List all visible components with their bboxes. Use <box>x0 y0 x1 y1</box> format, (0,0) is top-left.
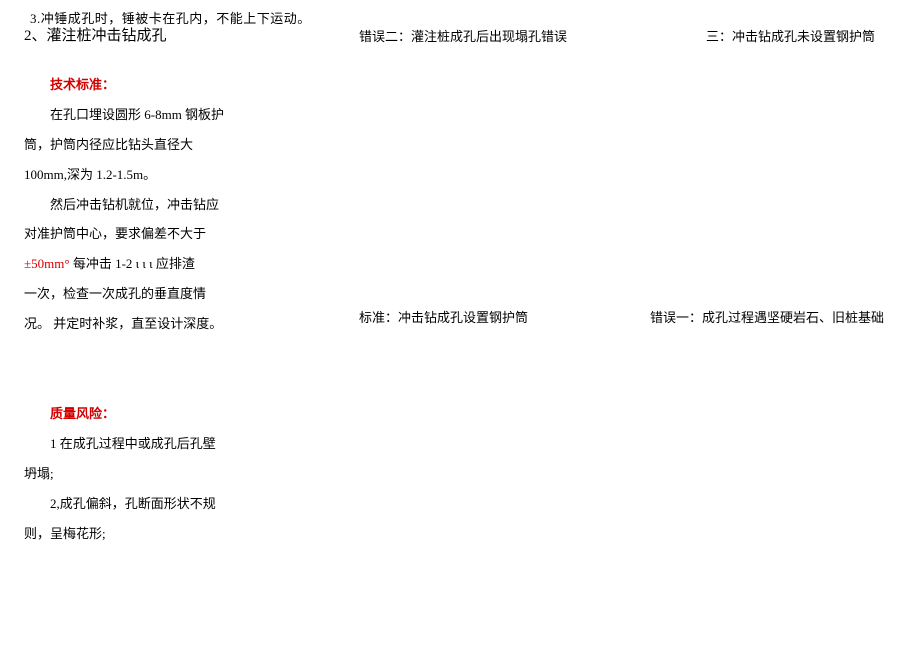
tech-p2a: 然后冲击钻机就位，冲击钻应 <box>24 190 329 220</box>
quality-risk-title: 质量风险： <box>24 399 329 429</box>
tech-p1c: 100mm,深为 1.2-1.5m。 <box>24 160 329 190</box>
tech-p2b: 对准护筒中心，要求偏差不大于 <box>24 219 329 249</box>
tech-standard-title: 技术标准： <box>24 70 329 100</box>
risk-2a: 2,成孔偏斜，孔断面形状不规 <box>24 489 329 519</box>
left-column: 技术标准： 在孔口埋设圆形 6-8mm 钢板护 筒，护筒内径应比钻头直径大 10… <box>24 70 329 548</box>
risk-1b: 坍塌; <box>24 459 329 489</box>
tech-p2c-tail: 每冲击 1-2 ι ι ι 应排渣 <box>70 256 195 271</box>
caption-error-3: 三：冲击钻成孔未设置钢护筒 <box>706 26 875 45</box>
caption-standard: 标准：冲击钻成孔设置钢护筒 <box>359 307 528 326</box>
caption-error-2: 错误二：灌注桩成孔后出现塌孔错误 <box>359 26 567 45</box>
risk-1a: 1 在成孔过程中或成孔后孔壁 <box>24 429 329 459</box>
tech-p1a: 在孔口埋设圆形 6-8mm 钢板护 <box>24 100 329 130</box>
tech-p2d: 一次，检查一次成孔的垂直度情 <box>24 279 329 309</box>
tech-p2e: 况。 并定时补浆，直至设计深度。 <box>24 309 329 339</box>
tech-p2c: ±50mm° 每冲击 1-2 ι ι ι 应排渣 <box>24 249 329 279</box>
risk-2b: 则，呈梅花形; <box>24 519 329 549</box>
section-heading: 2、灌注桩冲击钻成孔 <box>24 24 167 45</box>
tolerance-value: ±50mm° <box>24 256 70 271</box>
tech-p1b: 筒，护筒内径应比钻头直径大 <box>24 130 329 160</box>
caption-error-1: 错误一：成孔过程遇坚硬岩石、旧桩基础 <box>650 307 884 326</box>
